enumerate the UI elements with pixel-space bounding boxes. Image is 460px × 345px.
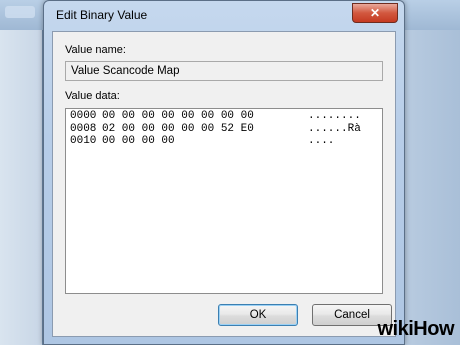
hex-bytes: 00 00 00 00 00 00 00 00 xyxy=(102,110,254,122)
background-panel-left xyxy=(0,30,42,345)
title-bar[interactable]: Edit Binary Value ✕ xyxy=(44,1,404,31)
hex-row: 0000 00 00 00 00 00 00 00 00 ........ xyxy=(70,110,378,123)
hex-row: 0008 02 00 00 00 00 00 52 E0 ......Rà xyxy=(70,123,378,136)
hex-address: 0010 xyxy=(70,135,97,147)
edit-binary-value-dialog: Edit Binary Value ✕ Value name: Value Sc… xyxy=(43,0,405,345)
close-button[interactable]: ✕ xyxy=(352,3,398,23)
background-panel-right xyxy=(405,30,460,345)
value-name-field: Value Scancode Map xyxy=(65,61,383,81)
value-data-editor[interactable]: 0000 00 00 00 00 00 00 00 00 ........ 00… xyxy=(65,108,383,294)
hex-bytes: 02 00 00 00 00 00 52 E0 xyxy=(102,122,254,135)
hex-ascii: ........ xyxy=(308,110,361,122)
wikihow-watermark: wikiHow xyxy=(377,318,454,340)
hex-ascii: .... xyxy=(308,135,335,147)
dialog-body: Value name: Value Scancode Map Value dat… xyxy=(52,31,396,337)
hex-address: 0008 xyxy=(70,122,97,135)
hex-ascii: ......Rà xyxy=(308,122,361,135)
value-name-label: Value name: xyxy=(65,44,126,56)
ok-button[interactable]: OK xyxy=(218,304,298,326)
value-data-label: Value data: xyxy=(65,90,120,102)
hex-address: 0000 xyxy=(70,110,97,122)
close-icon: ✕ xyxy=(369,6,381,20)
hex-row: 0010 00 00 00 00 .... xyxy=(70,135,378,148)
hex-bytes: 00 00 00 00 xyxy=(102,135,175,147)
dialog-title: Edit Binary Value xyxy=(56,8,148,22)
